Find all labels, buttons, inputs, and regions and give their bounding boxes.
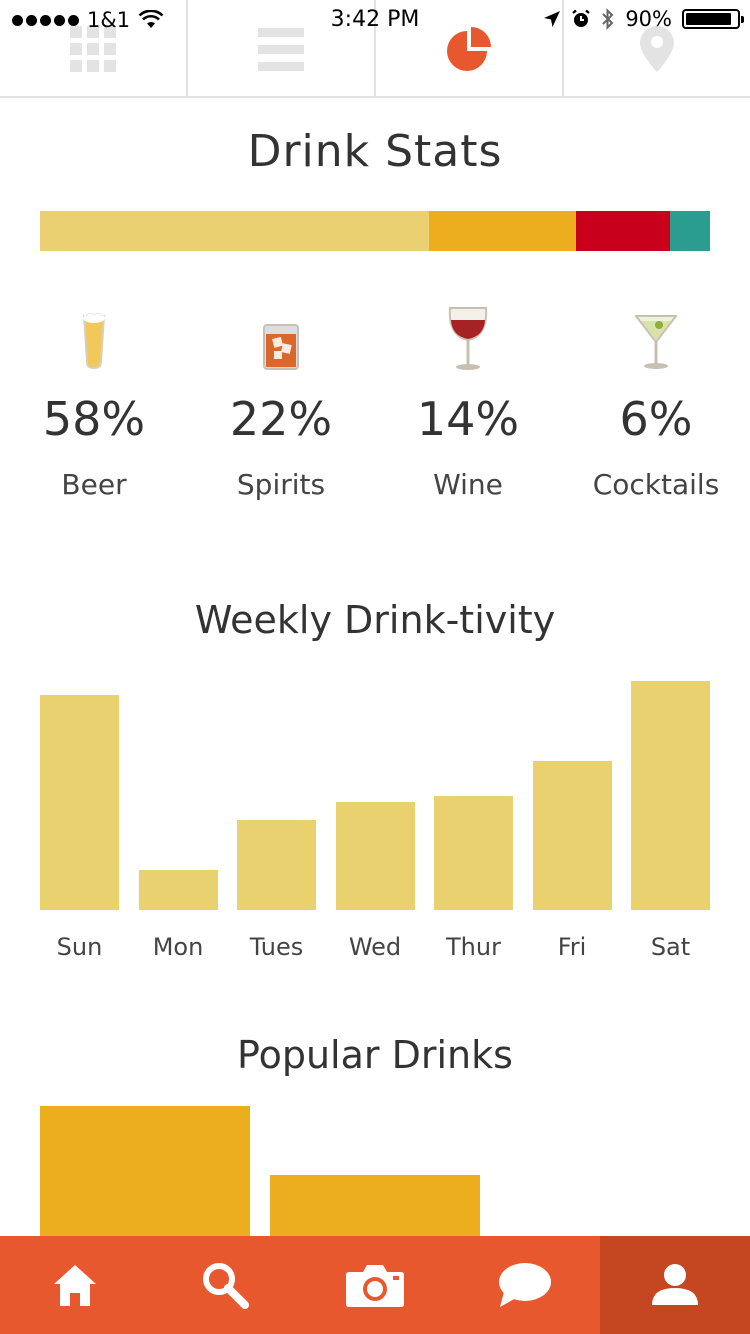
weekly-bar-fri <box>532 761 612 910</box>
share-segment-wine <box>575 211 670 251</box>
category-beer: 58% Beer <box>4 300 184 501</box>
share-segment-cocktails <box>669 211 710 251</box>
weekly-bar-chart: Sun Mon Tues Wed Thur Fri Sat <box>40 670 710 970</box>
spirits-percent: 22% <box>229 392 333 446</box>
alarm-clock-icon <box>572 9 591 27</box>
nav-camera[interactable] <box>300 1236 450 1334</box>
chat-bubble-icon <box>499 1263 551 1307</box>
martini-glass-icon <box>635 315 677 369</box>
bluetooth-icon <box>602 8 614 30</box>
bottom-nav <box>0 1236 750 1334</box>
beer-glass-icon <box>82 312 106 370</box>
share-segment-beer <box>40 211 429 251</box>
drink-stats-title: Drink Stats <box>247 126 503 177</box>
location-arrow-icon <box>544 11 561 27</box>
popular-drinks-title: Popular Drinks <box>237 1033 513 1077</box>
wine-percent: 14% <box>416 392 520 446</box>
weekly-bar-mon <box>138 870 218 910</box>
weekly-day-label: Wed <box>348 933 402 961</box>
battery-percent: 90% <box>625 7 672 31</box>
status-bar: 1&1 3:42 PM 90% <box>0 0 750 40</box>
weekly-day-label: Mon <box>152 933 204 961</box>
search-icon <box>203 1263 249 1309</box>
nav-messages[interactable] <box>450 1236 600 1334</box>
popular-drinks-chart <box>40 1100 710 1240</box>
weekly-day-label: Fri <box>557 933 587 961</box>
popular-drink-bar <box>270 1175 480 1240</box>
camera-icon <box>346 1265 404 1307</box>
category-spirits: 22% Spirits <box>191 300 371 501</box>
profile-icon <box>652 1264 698 1305</box>
weekly-bar-tues <box>237 820 316 910</box>
nav-search[interactable] <box>150 1236 300 1334</box>
weekly-day-label: Tues <box>249 933 304 961</box>
nav-profile[interactable] <box>600 1236 750 1334</box>
spirits-label: Spirits <box>236 468 326 501</box>
whiskey-glass-icon <box>263 324 299 370</box>
wine-glass-icon <box>448 307 488 370</box>
weekly-bar-sat <box>631 681 710 910</box>
beer-percent: 58% <box>42 392 146 446</box>
drink-categories: 58% Beer 22% Spirits 14% Wine 6% Cocktai… <box>0 300 750 520</box>
cocktails-label: Cocktails <box>592 468 720 501</box>
weekly-bar-wed <box>335 802 415 910</box>
weekly-day-label: Sun <box>56 933 103 961</box>
weekly-day-label: Thur <box>446 933 501 961</box>
popular-drink-bar <box>40 1105 250 1240</box>
weekly-bar-sun <box>40 695 119 910</box>
share-segment-spirits <box>428 211 576 251</box>
cocktails-percent: 6% <box>619 392 693 446</box>
weekly-bar-thur <box>434 796 513 910</box>
home-icon <box>54 1265 96 1306</box>
status-right: 90% <box>543 7 744 31</box>
wine-label: Wine <box>433 468 503 501</box>
weekly-day-label: Sat <box>650 933 691 961</box>
nav-home[interactable] <box>0 1236 150 1334</box>
category-wine: 14% Wine <box>378 300 558 501</box>
drink-share-bar <box>40 211 710 251</box>
battery-icon <box>682 9 744 29</box>
category-cocktails: 6% Cocktails <box>566 300 746 501</box>
beer-label: Beer <box>61 468 127 501</box>
weekly-chart-title: Weekly Drink-tivity <box>194 598 556 642</box>
